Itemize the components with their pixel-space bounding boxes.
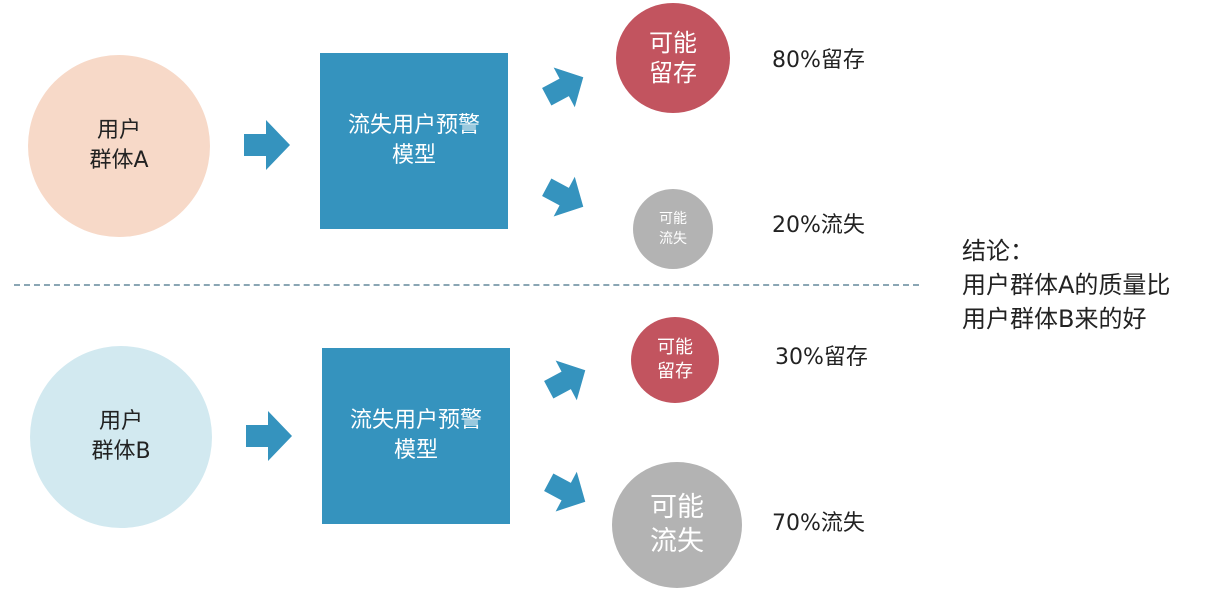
retain-b-line2: 留存: [657, 361, 693, 382]
user-group-a-label-line1: 用户: [96, 118, 141, 143]
churn-a-line1: 可能: [659, 211, 687, 227]
arrow-down-right-icon: [544, 471, 586, 512]
churn-b-line1: 可能: [650, 492, 704, 523]
model-b-label-line1: 流失用户预警: [349, 408, 482, 433]
churn-a-percentage: 20%流失: [772, 213, 865, 238]
retain-b-percentage: 30%留存: [775, 345, 868, 370]
churn-b-line2: 流失: [650, 526, 704, 557]
user-group-b-label-line2: 群体B: [91, 439, 151, 464]
model-b-label-line2: 模型: [393, 438, 438, 463]
likely-churn-circle-b: 可能 流失: [612, 462, 742, 588]
arrow-up-right-icon: [544, 360, 586, 401]
model-a-label-line2: 模型: [391, 143, 436, 168]
churn-a-line2: 流失: [659, 231, 687, 247]
churn-warning-model-box-a: 流失用户预警 模型: [320, 53, 508, 229]
model-a-label-line1: 流失用户预警: [347, 113, 480, 138]
retain-a-percentage: 80%留存: [772, 48, 865, 73]
retain-b-line1: 可能: [657, 337, 693, 358]
conclusion-text: 结论： 用户群体A的质量比 用户群体B来的好: [962, 234, 1170, 336]
user-group-b-label-line1: 用户: [98, 409, 143, 434]
user-group-a-label-line2: 群体A: [89, 148, 149, 173]
arrow-up-right-icon: [542, 67, 584, 108]
user-group-a-circle: 用户 群体A: [28, 55, 210, 237]
arrow-right-icon: [244, 120, 290, 170]
likely-retain-circle-b: 可能 留存: [631, 317, 719, 403]
conclusion-line1: 用户群体A的质量比: [962, 271, 1171, 299]
conclusion-title: 结论：: [962, 237, 1034, 265]
conclusion-line2: 用户群体B来的好: [962, 305, 1147, 333]
retain-a-line1: 可能: [649, 29, 697, 57]
retain-a-line2: 留存: [649, 59, 697, 87]
churn-warning-model-box-b: 流失用户预警 模型: [322, 348, 510, 524]
churn-b-percentage: 70%流失: [772, 511, 865, 536]
user-group-b-circle: 用户 群体B: [30, 346, 212, 528]
arrow-down-right-icon: [542, 176, 584, 217]
likely-churn-circle-a: 可能 流失: [633, 189, 713, 269]
arrow-right-icon: [246, 411, 292, 461]
section-divider: [14, 284, 919, 286]
likely-retain-circle-a: 可能 留存: [616, 3, 730, 113]
